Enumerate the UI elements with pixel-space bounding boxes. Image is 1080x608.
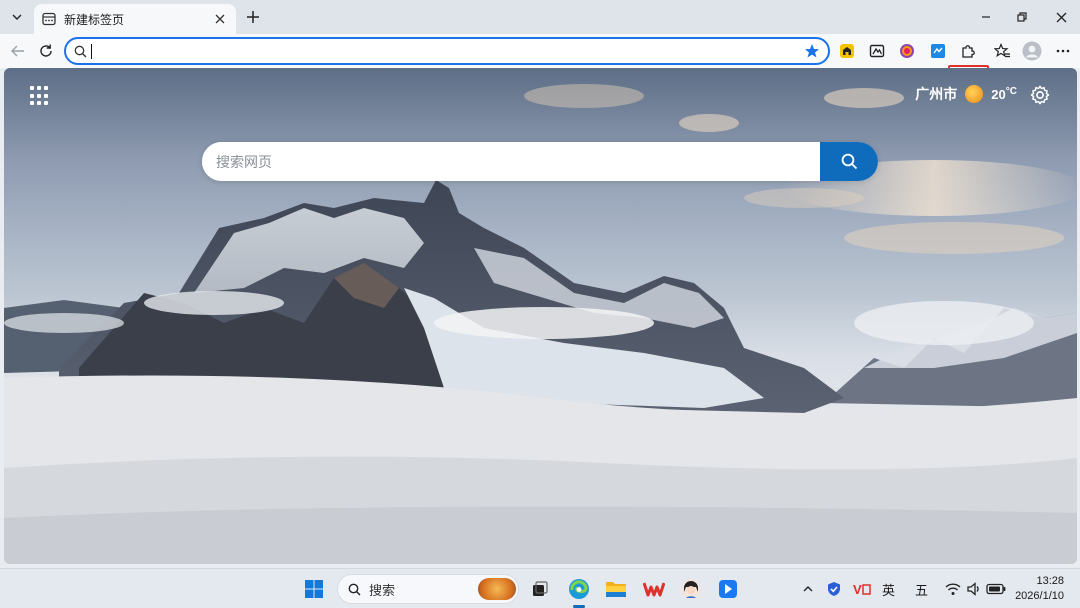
temperature-value: 20 (991, 86, 1006, 102)
chevron-up-icon (803, 586, 813, 592)
profile-avatar-icon (1022, 41, 1042, 61)
new-tab-page: 广州市 20 °C (4, 68, 1077, 564)
minimize-icon (982, 16, 990, 18)
wps-icon (643, 582, 665, 597)
edge-taskbar-button[interactable] (565, 575, 593, 603)
security-shield-icon (828, 582, 840, 596)
extension-home-button[interactable] (835, 39, 859, 63)
chevron-down-icon (12, 14, 22, 20)
tab-strip: 新建标签页 (0, 0, 1080, 34)
start-button[interactable] (300, 575, 328, 603)
search-highlight-image (478, 578, 516, 600)
apps-launcher-button[interactable] (30, 86, 50, 106)
back-button[interactable] (6, 39, 30, 63)
extension-puzzle-icon (869, 44, 885, 58)
new-tab-page-icon (42, 12, 56, 26)
address-input[interactable] (98, 43, 804, 59)
more-icon (1056, 49, 1070, 53)
battery-icon (986, 583, 1006, 595)
windows-taskbar: 搜索 V 英 五 13:28 2026/1/10 (0, 568, 1080, 608)
security-tray-button[interactable] (822, 575, 846, 603)
ime-language-indicator[interactable]: 英 (882, 580, 895, 599)
volume-icon (967, 582, 979, 596)
extensions-button[interactable] (956, 39, 980, 63)
extension-screenshot-button[interactable] (926, 39, 950, 63)
extensions-icon (962, 45, 975, 58)
favorite-star-icon[interactable] (804, 43, 820, 59)
city-name: 广州市 (915, 86, 958, 102)
search-icon (74, 45, 87, 57)
task-view-icon (533, 581, 548, 596)
more-button[interactable] (1051, 39, 1075, 63)
wifi-icon (945, 583, 961, 595)
favorites-icon (993, 43, 1010, 58)
close-icon (1056, 12, 1066, 22)
text-caret (91, 43, 92, 59)
svg-text:V: V (853, 582, 862, 597)
extension-puzzle-button[interactable] (865, 39, 889, 63)
new-tab-button[interactable] (242, 6, 264, 28)
plus-icon (247, 11, 259, 23)
feishu-icon (719, 580, 737, 598)
battery-button[interactable] (984, 575, 1008, 603)
task-view-button[interactable] (526, 575, 554, 603)
ime-mode-indicator[interactable]: 五 (915, 580, 928, 599)
extension-home-icon (840, 44, 854, 58)
system-clock[interactable]: 13:28 2026/1/10 (1015, 574, 1064, 604)
favorites-button[interactable] (990, 39, 1014, 63)
feishu-button[interactable] (714, 575, 742, 603)
avatar-app-icon (681, 579, 701, 599)
avatar-app-button[interactable] (677, 575, 705, 603)
extension-color-button[interactable] (895, 39, 919, 63)
refresh-button[interactable] (34, 39, 58, 63)
antivirus-tray-button[interactable]: V (850, 575, 874, 603)
tab-new-tab[interactable]: 新建标签页 (34, 4, 236, 34)
tab-title: 新建标签页 (64, 12, 125, 27)
clock-date: 2026/1/10 (1015, 590, 1064, 602)
extension-screenshot-icon (931, 44, 945, 58)
antivirus-icon: V (853, 582, 871, 597)
close-tab-button[interactable] (212, 11, 228, 27)
web-search-box (202, 142, 878, 181)
taskbar-search-label: 搜索 (369, 582, 396, 598)
back-icon (11, 45, 24, 57)
restore-icon (1017, 12, 1027, 22)
address-bar[interactable] (64, 37, 830, 65)
minimize-button[interactable] (971, 6, 1001, 28)
extension-color-icon (900, 44, 914, 58)
close-window-button[interactable] (1046, 6, 1076, 28)
profile-button[interactable] (1020, 39, 1044, 63)
search-icon (348, 583, 361, 596)
clock-time: 13:28 (1036, 575, 1064, 587)
edge-icon (569, 579, 589, 599)
file-explorer-button[interactable] (602, 575, 630, 603)
temperature-unit: °C (1005, 85, 1017, 97)
gear-icon[interactable] (1029, 84, 1051, 106)
apps-grid-icon (30, 86, 34, 90)
web-search-input[interactable] (202, 142, 820, 181)
close-icon (215, 14, 225, 24)
restore-button[interactable] (1007, 6, 1037, 28)
search-icon (841, 153, 857, 170)
sunny-weather-icon (965, 85, 984, 103)
browser-toolbar (0, 34, 1080, 102)
show-hidden-icons-button[interactable] (797, 575, 819, 603)
file-explorer-icon (606, 582, 626, 597)
tab-list-button[interactable] (6, 6, 28, 28)
wps-button[interactable] (640, 575, 668, 603)
taskbar-search[interactable]: 搜索 (337, 574, 519, 604)
weather-widget[interactable]: 广州市 20 °C (915, 84, 1017, 104)
search-submit-button[interactable] (820, 142, 878, 181)
volume-button[interactable] (962, 575, 986, 603)
windows-start-icon (305, 580, 323, 598)
refresh-icon (40, 44, 52, 57)
